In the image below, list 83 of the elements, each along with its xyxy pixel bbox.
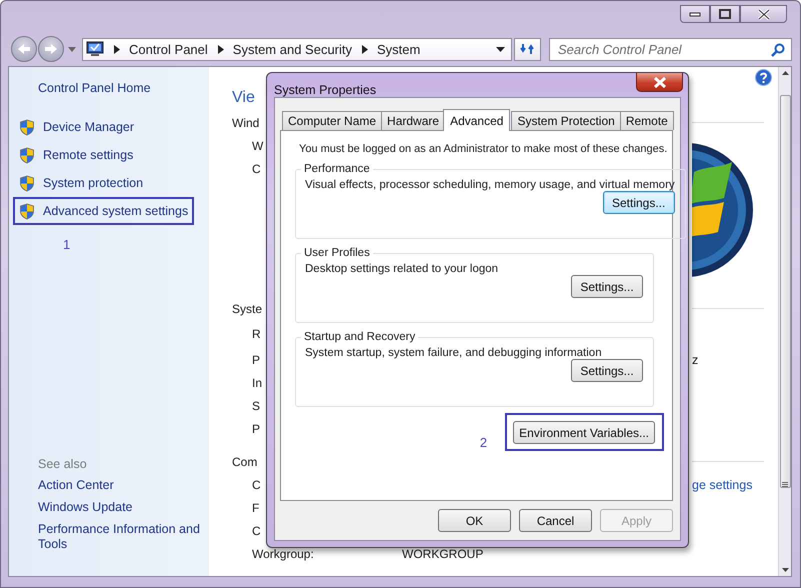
sidebar-link[interactable]: Remote settings [13, 141, 140, 169]
computer-icon [86, 41, 104, 57]
help-icon[interactable] [755, 69, 772, 86]
tab[interactable]: Computer Name [282, 111, 382, 130]
minimize-button[interactable] [680, 5, 710, 23]
tab[interactable]: Hardware [381, 111, 446, 130]
settings-button[interactable]: Settings... [571, 275, 643, 298]
sidebar-link[interactable]: System protection [13, 169, 150, 197]
chevron-icon[interactable] [114, 44, 120, 54]
field-label: W [252, 138, 264, 152]
tab[interactable]: Advanced [443, 109, 510, 131]
group-title: Startup and Recovery [303, 331, 416, 343]
sidebar-link[interactable]: Windows Update [38, 500, 209, 515]
settings-button[interactable]: Settings... [602, 191, 675, 214]
shield-icon [19, 146, 35, 164]
close-icon [756, 8, 770, 20]
shield-icon [19, 202, 35, 220]
step-number: 1 [63, 237, 72, 252]
tab[interactable]: Remote [620, 111, 674, 130]
refresh-icon [520, 42, 536, 56]
sidebar-link[interactable]: Action Center [38, 478, 209, 493]
back-button[interactable] [11, 36, 37, 62]
sidebar-link[interactable]: Control Panel Home [38, 81, 209, 95]
section-heading: Wind [232, 116, 260, 130]
field-label: F [252, 500, 260, 514]
group-description: System startup, system failure, and debugging information [305, 347, 603, 359]
field-value: z [692, 352, 698, 366]
dialog-button[interactable]: Cancel [519, 509, 592, 532]
scroll-down-icon[interactable] [782, 568, 788, 572]
shield-icon [19, 118, 35, 136]
field-label: In [252, 376, 262, 390]
refresh-button[interactable] [514, 38, 541, 60]
field-label: C [252, 478, 261, 492]
scroll-up-icon[interactable] [782, 71, 788, 75]
search-icon [771, 42, 785, 56]
maximize-button[interactable] [710, 5, 740, 23]
settings-button[interactable]: Settings... [571, 359, 643, 382]
maximize-icon [719, 9, 731, 19]
breadcrumb[interactable]: System [377, 42, 420, 56]
dialog-title: System Properties [274, 83, 376, 97]
dialog-button[interactable]: OK [438, 509, 511, 532]
field-label: P [252, 422, 260, 436]
grip-icon [782, 482, 788, 487]
shield-icon [19, 174, 35, 192]
group-title: Performance [303, 163, 371, 175]
section-title: See also [38, 457, 88, 471]
highlighted-sidebar-link[interactable]: Advanced system settings [13, 197, 194, 225]
environment-variables-button[interactable]: Environment Variables... [513, 421, 655, 444]
page-title: Vie [232, 89, 255, 107]
minimize-icon [689, 11, 701, 17]
search-field[interactable]: Search Control Panel [549, 38, 792, 60]
dropdown-caret-icon[interactable] [496, 46, 505, 52]
sidebar-link[interactable]: Performance Information and Tools [38, 522, 209, 552]
step-number: 2 [480, 435, 488, 450]
breadcrumb[interactable]: System and Security [232, 42, 352, 56]
forward-button[interactable] [38, 36, 64, 62]
address-bar[interactable]: Control Panel System and Security System [82, 38, 512, 60]
group-title: User Profiles [303, 247, 371, 259]
scrollbar[interactable] [778, 67, 791, 576]
breadcrumb[interactable]: Control Panel [129, 42, 208, 56]
sidebar-link[interactable]: Device Manager [13, 113, 140, 141]
close-icon [652, 76, 666, 88]
field-value: WORKGROUP [402, 546, 484, 560]
field-label: C [252, 524, 261, 538]
settings-link[interactable]: ge settings [692, 478, 752, 492]
section-heading: Syste [232, 302, 262, 316]
back-arrow-icon [17, 43, 31, 55]
tab[interactable]: System Protection [511, 111, 621, 130]
close-button[interactable] [636, 73, 683, 92]
field-label: Workgroup: [252, 546, 314, 560]
close-button[interactable] [740, 5, 787, 23]
chevron-icon[interactable] [362, 44, 368, 54]
field-label: P [252, 352, 260, 366]
scroll-thumb[interactable] [780, 95, 790, 488]
forward-arrow-icon [44, 43, 58, 55]
section-heading: Com [232, 454, 258, 468]
group-description: Visual effects, processor scheduling, memory usage, and virtual memory [305, 179, 675, 191]
group-description: Desktop settings related to your logon [305, 263, 500, 275]
chevron-icon[interactable] [218, 44, 224, 54]
notice-text: You must be logged on as an Administrator to make most of these changes. [299, 143, 668, 155]
field-label: R [252, 327, 261, 341]
field-label: S [252, 398, 260, 412]
field-label: C [252, 162, 261, 176]
